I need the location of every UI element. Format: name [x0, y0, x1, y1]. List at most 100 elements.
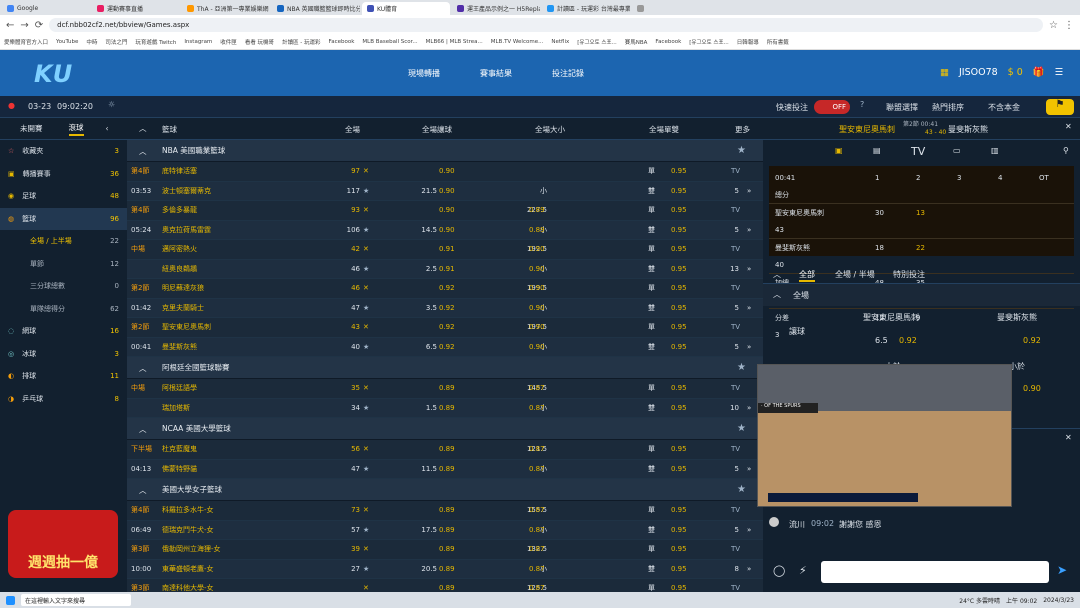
bookmark-item[interactable]: Netflix [551, 39, 569, 45]
bookmark-item[interactable]: [유그오토 스포... [689, 38, 729, 46]
back-icon[interactable]: ← [6, 20, 14, 31]
sidebar-item[interactable]: ◍ 籃球 96 [0, 207, 127, 230]
league-header[interactable]: ︿ 美國大學女子籃球 ★ [127, 479, 763, 501]
chat-bubble-icon[interactable]: ◯ [773, 564, 785, 577]
more-arrow-icon[interactable]: » [747, 399, 751, 418]
handicap-odds[interactable]: 0.89 [439, 501, 469, 520]
browser-tab[interactable]: 運動賽事直播 [92, 2, 180, 15]
more-arrow-icon[interactable]: » [747, 460, 751, 479]
oe-odds[interactable]: 0.95 [671, 299, 701, 318]
team-name[interactable]: 德瑞克鬥牛犬-女 [162, 521, 312, 540]
team-name[interactable]: 聖安東尼奧馬刺 [162, 318, 312, 337]
site-logo[interactable]: KU [34, 60, 73, 88]
total-odds[interactable]: 0.87 [529, 440, 559, 459]
league-select[interactable]: 聯盟選擇 [886, 102, 918, 113]
more-count[interactable]: 5 [727, 521, 739, 540]
favorite-star-icon[interactable]: ★ [737, 423, 746, 434]
team-name[interactable]: 杜克藍魔鬼 [162, 440, 312, 459]
tab-special[interactable]: 特別投注 [893, 269, 925, 280]
sidebar-item[interactable]: ▣ 轉播賽事 36 [0, 163, 127, 186]
chat-close-icon[interactable]: ✕ [1065, 433, 1072, 442]
team-name[interactable]: 東華盛頓老鷹-女 [162, 560, 312, 579]
team-name[interactable]: 奧克拉荷馬雷霆 [162, 221, 312, 240]
oe-odds[interactable]: 0.95 [671, 560, 701, 579]
more-count[interactable]: 10 [727, 399, 739, 418]
total-odds[interactable]: 0.90 [529, 279, 559, 298]
league-collapse-icon[interactable]: ︿ [139, 363, 147, 374]
more-arrow-icon[interactable]: » [747, 221, 751, 240]
oe-odds[interactable]: 0.95 [671, 540, 701, 559]
sidebar-subitem[interactable]: 單節 12 [0, 253, 127, 276]
bookmark-item[interactable]: YouTube [56, 39, 78, 45]
menu-grid-icon[interactable]: ☰ [1055, 67, 1064, 78]
league-collapse-icon[interactable]: ︿ [139, 146, 147, 157]
more-count[interactable]: 5 [727, 182, 739, 201]
bookmark-item[interactable]: MLB.TV Welcome... [491, 39, 544, 45]
sidebar-item[interactable]: ◌ 網球 16 [0, 320, 127, 343]
total-odds[interactable]: 0.90 [529, 318, 559, 337]
collapse-all-icon[interactable]: ︿ [139, 123, 147, 134]
sidebar-subitem[interactable]: 單隊總得分 62 [0, 298, 127, 321]
oe-odds[interactable]: 0.95 [671, 221, 701, 240]
handicap-odds[interactable]: 0.90 [439, 201, 469, 220]
handicap-odds[interactable]: 0.89 [439, 460, 469, 479]
team-name[interactable]: 明尼蘇達灰狼 [162, 279, 312, 298]
nav-live[interactable]: 現場轉播 [408, 68, 440, 79]
browser-tab[interactable]: ThA - 亞洲第一專業娛樂網 [182, 2, 270, 15]
team-name[interactable]: 瑞加塔斯 [162, 399, 312, 418]
court-icon[interactable]: ▤ [873, 146, 881, 155]
oe-odds[interactable]: 0.95 [671, 279, 701, 298]
taskbar-search[interactable]: 在這裡輸入文字來搜尋 [21, 594, 131, 606]
total-odds[interactable]: 0.90 [529, 338, 559, 357]
bookmark-item[interactable]: Instagram [184, 39, 212, 45]
bookmark-item[interactable]: MLB Baseball Scor... [362, 39, 417, 45]
oe-odds[interactable]: 0.95 [671, 460, 701, 479]
team-name[interactable]: 佛蒙特野貓 [162, 460, 312, 479]
tv-icon[interactable]: TV [731, 201, 740, 220]
tv-icon[interactable]: TV [731, 379, 740, 398]
ou-small-odd[interactable]: 0.90 [1023, 384, 1041, 393]
tv-icon[interactable]: TV [731, 440, 740, 459]
bookmark-item[interactable]: 愛樂體育官方入口 [4, 38, 48, 46]
team-name[interactable]: 阿根廷語學 [162, 379, 312, 398]
stats-icon[interactable]: ▥ [991, 146, 999, 155]
sidebar-subitem[interactable]: 全場 / 上半場 22 [0, 230, 127, 253]
tv-icon[interactable]: TV [731, 318, 740, 337]
total-odds[interactable]: 0.87 [529, 560, 559, 579]
league-header[interactable]: ︿ NCAA 美國大學籃球 ★ [127, 418, 763, 440]
forward-icon[interactable]: → [20, 20, 28, 31]
sidebar-item[interactable]: ◑ 乒乓球 8 [0, 388, 127, 411]
oe-odds[interactable]: 0.95 [671, 338, 701, 357]
handicap-odds[interactable]: 0.92 [439, 279, 469, 298]
more-count[interactable]: 8 [727, 560, 739, 579]
market-odd-away[interactable]: 0.92 [1023, 336, 1041, 345]
more-arrow-icon[interactable]: » [747, 338, 751, 357]
team-name[interactable]: 紐奧良鵜鶘 [162, 260, 312, 279]
tv-icon[interactable]: TV [731, 240, 740, 259]
username[interactable]: JISOO78 [959, 67, 998, 78]
favorite-star-icon[interactable]: ★ [737, 362, 746, 373]
tab-all[interactable]: 全部 [799, 269, 815, 282]
bookmark-item[interactable]: MLB66 | MLB Strea... [426, 39, 483, 45]
stream-icon[interactable]: ▭ [953, 146, 961, 155]
more-count[interactable]: 13 [727, 260, 739, 279]
oe-odds[interactable]: 0.95 [671, 182, 701, 201]
more-arrow-icon[interactable]: » [747, 521, 751, 540]
handicap-odds[interactable]: 0.89 [439, 379, 469, 398]
handicap-odds[interactable]: 0.90 [439, 182, 469, 201]
sidebar-item[interactable]: ◉ 足球 48 [0, 185, 127, 208]
team-name[interactable]: 波士頓塞爾蒂克 [162, 182, 312, 201]
tab-live[interactable]: 滾球 [68, 122, 84, 136]
league-collapse-icon[interactable]: ︿ [139, 424, 147, 435]
browser-tab[interactable]: Google [2, 2, 90, 15]
favorite-star-icon[interactable]: ★ [737, 484, 746, 495]
handicap-odds[interactable]: 0.91 [439, 260, 469, 279]
team-name[interactable]: 多倫多暴龍 [162, 201, 312, 220]
menu-icon[interactable]: ⋮ [1064, 20, 1074, 31]
principal-select[interactable]: 不含本金 [988, 102, 1020, 113]
handicap-odds[interactable]: 0.89 [439, 440, 469, 459]
total-odds[interactable]: 0.89 [529, 221, 559, 240]
scoreboard-icon[interactable]: ▣ [835, 146, 843, 155]
total-odds[interactable]: 0.87 [529, 501, 559, 520]
more-arrow-icon[interactable]: » [747, 560, 751, 579]
